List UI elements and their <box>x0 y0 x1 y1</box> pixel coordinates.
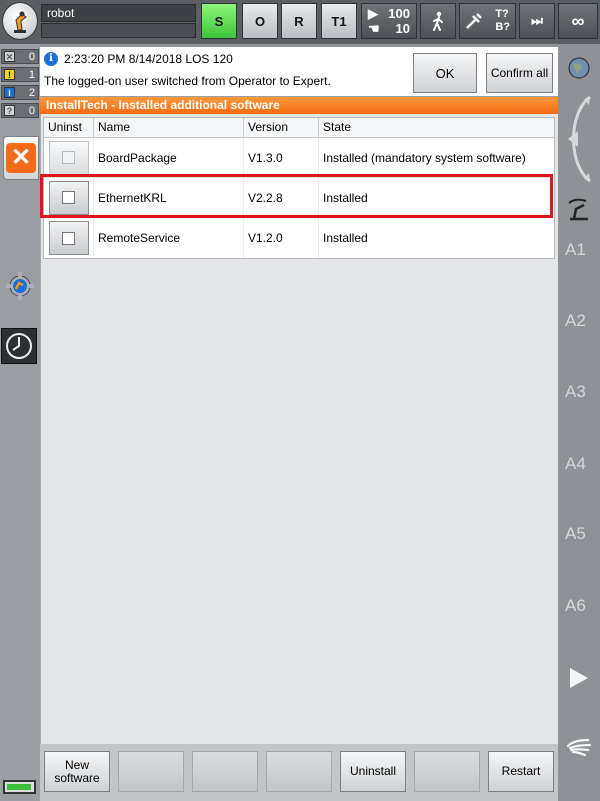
gear-icon <box>6 272 34 300</box>
axis-a3-button[interactable]: A3 <box>565 382 586 402</box>
globe-icon <box>568 57 590 79</box>
timer-button[interactable] <box>1 328 37 364</box>
column-header-version[interactable]: Version <box>244 118 319 137</box>
info-icon: i <box>44 52 58 66</box>
softkey-empty-6 <box>414 751 480 792</box>
warning-icon: ! <box>4 69 15 80</box>
dialog-icon: ? <box>4 105 15 116</box>
softkey-empty-4 <box>266 751 332 792</box>
table-row[interactable]: RemoteService V1.2.0 Installed <box>44 218 554 258</box>
uninstall-cell <box>44 218 94 258</box>
window-title: InstallTech - Installed additional softw… <box>40 97 558 114</box>
warning-message-count[interactable]: ! 1 <box>1 67 39 82</box>
play-icon <box>570 668 588 688</box>
drives-status-button[interactable]: O <box>242 3 278 39</box>
walking-man-button[interactable] <box>420 3 456 39</box>
operating-mode-button[interactable]: T1 <box>321 3 357 39</box>
new-software-button[interactable]: New software <box>44 751 110 792</box>
software-version: V1.2.0 <box>244 218 319 258</box>
ok-button[interactable]: OK <box>413 53 477 93</box>
table-header: Uninst Name Version State <box>44 118 554 138</box>
uninstall-cell <box>44 137 94 178</box>
column-header-uninst[interactable]: Uninst <box>44 118 94 137</box>
jog-override-value: 10 <box>395 21 410 36</box>
table-row[interactable]: EthernetKRL V2.2.8 Installed <box>44 177 554 218</box>
software-state: Installed <box>323 190 368 205</box>
tool-icon <box>466 13 482 29</box>
walking-person-icon <box>433 11 443 31</box>
jog-keys-button[interactable] <box>566 734 592 758</box>
software-state: Installed <box>323 231 368 245</box>
info-count: 2 <box>28 86 35 99</box>
info-message-count[interactable]: i 2 <box>1 85 39 100</box>
softkey-empty-2 <box>118 751 184 792</box>
fast-forward-step-icon: ⏭ <box>531 13 543 28</box>
run-mode-button[interactable]: ⏭ <box>519 3 555 39</box>
start-button[interactable] <box>568 666 590 690</box>
close-window-button[interactable]: ✕ <box>3 136 39 180</box>
uninstall-checkbox[interactable] <box>48 221 89 255</box>
main-menu-button[interactable] <box>2 2 38 40</box>
jog-hand-icon: ☚ <box>368 21 380 36</box>
column-header-name[interactable]: Name <box>94 118 244 137</box>
play-icon: ▶ <box>368 6 378 21</box>
space-mouse-icon <box>568 95 591 183</box>
program-name-field[interactable] <box>41 23 196 38</box>
software-version: V1.3.0 <box>244 137 319 178</box>
jog-options-button[interactable] <box>566 197 592 223</box>
acknowledge-icon: ✕ <box>4 51 15 62</box>
acknowledge-count: 0 <box>28 50 35 63</box>
override-button[interactable]: ▶ 100 ☚ 10 <box>361 3 417 39</box>
robot-interpreter-button[interactable]: R <box>281 3 317 39</box>
software-name: BoardPackage <box>94 137 244 178</box>
settings-gear-button[interactable] <box>4 270 36 302</box>
software-table: Uninst Name Version State BoardPackage V… <box>43 117 555 259</box>
software-name: RemoteService <box>94 218 244 258</box>
axis-a1-button[interactable]: A1 <box>565 240 586 260</box>
column-header-state[interactable]: State <box>319 118 554 137</box>
uninstall-checkbox <box>48 140 89 175</box>
axis-a5-button[interactable]: A5 <box>565 524 586 544</box>
axis-a6-button[interactable]: A6 <box>565 596 586 616</box>
restart-button[interactable]: Restart <box>488 751 554 792</box>
battery-indicator <box>3 780 36 794</box>
uninstall-checkbox[interactable] <box>48 180 89 215</box>
robot-logo-icon <box>14 11 27 33</box>
software-state: Installed (mandatory system software) <box>323 150 526 165</box>
software-name: EthernetKRL <box>94 177 244 218</box>
close-icon: ✕ <box>6 143 36 173</box>
acknowledge-message-count[interactable]: ✕ 0 <box>1 49 39 64</box>
globe-button[interactable] <box>567 56 591 80</box>
message-text: The logged-on user switched from Operato… <box>44 74 331 88</box>
dialog-message-count[interactable]: ? 0 <box>1 103 39 118</box>
increment-button[interactable]: ∞ <box>558 3 598 39</box>
jog-robot-icon <box>568 198 588 221</box>
softkey-empty-3 <box>192 751 258 792</box>
clock-icon <box>6 333 32 359</box>
battery-level-icon <box>7 784 31 790</box>
tool-label: T? <box>495 8 509 20</box>
base-label: B? <box>495 21 510 33</box>
submit-interpreter-button[interactable]: S <box>201 3 237 39</box>
confirm-all-button[interactable]: Confirm all <box>486 53 553 93</box>
robot-name-field[interactable]: robot <box>41 4 196 22</box>
table-row[interactable]: BoardPackage V1.3.0 Installed (mandatory… <box>44 137 554 178</box>
message-window: i 2:23:20 PM 8/14/2018 LOS 120 The logge… <box>40 47 558 97</box>
tool-base-button[interactable]: T? B? <box>459 3 516 39</box>
uninstall-cell <box>44 177 94 218</box>
program-override-value: 100 <box>388 6 410 21</box>
hand-icon <box>566 738 592 757</box>
message-timestamp: 2:23:20 PM 8/14/2018 LOS 120 <box>64 52 233 66</box>
dialog-count: 0 <box>28 104 35 117</box>
software-version: V2.2.8 <box>244 177 319 218</box>
info-icon: i <box>4 87 15 98</box>
axis-a4-button[interactable]: A4 <box>565 454 586 474</box>
space-mouse-button[interactable] <box>562 93 596 185</box>
uninstall-button[interactable]: Uninstall <box>340 751 406 792</box>
warning-count: 1 <box>28 68 35 81</box>
axis-a2-button[interactable]: A2 <box>565 311 586 331</box>
